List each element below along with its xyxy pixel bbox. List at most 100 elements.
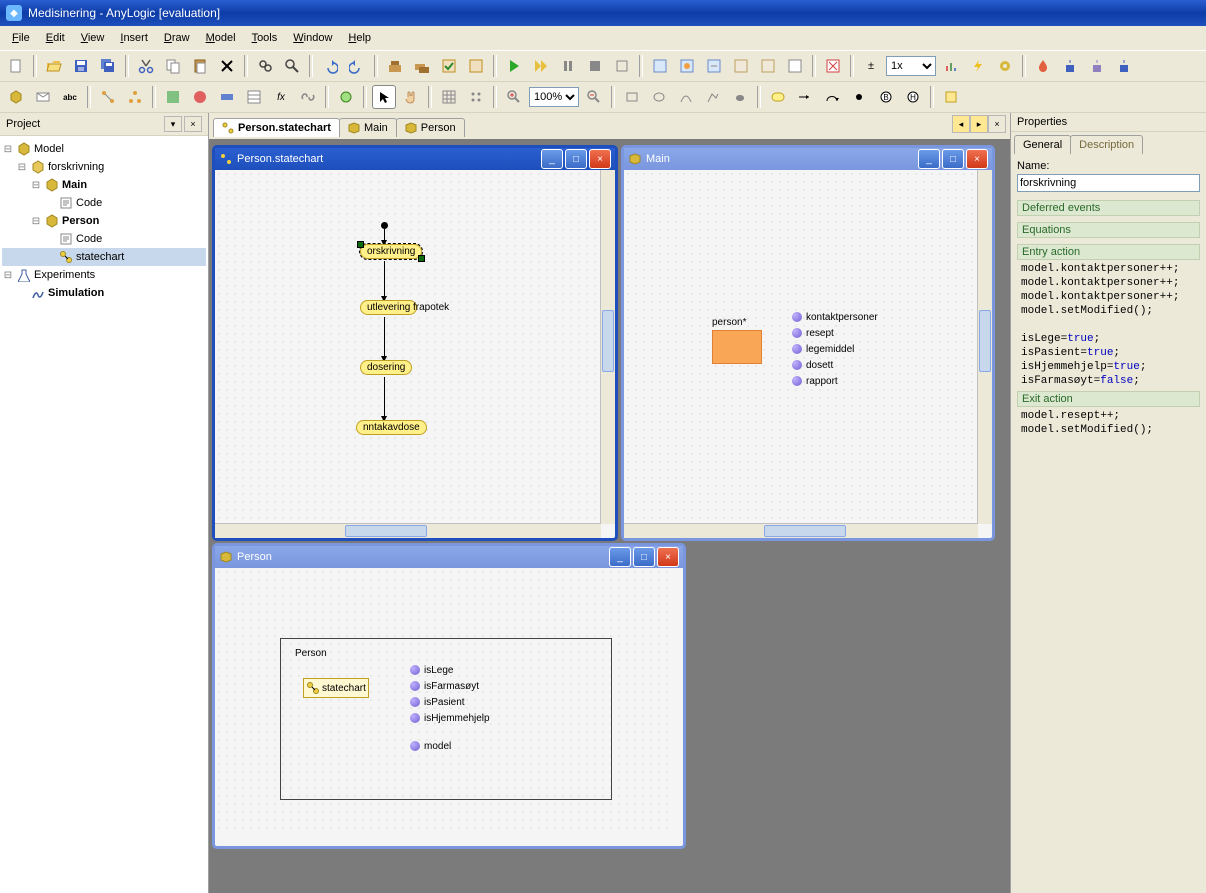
connect-button[interactable] <box>96 85 120 109</box>
close-button[interactable]: × <box>589 149 611 169</box>
prop-name-input[interactable] <box>1017 174 1200 192</box>
person-canvas[interactable]: Person statechart isLege isFarmasøyt isP… <box>215 568 669 832</box>
param-resept[interactable]: resept <box>792 327 834 339</box>
stop-button[interactable] <box>583 54 607 78</box>
run-step-button[interactable] <box>529 54 553 78</box>
window-main-titlebar[interactable]: Main _ □ × <box>624 148 992 170</box>
param-ispasient[interactable]: isPasient <box>410 696 465 708</box>
state-dosering[interactable]: dosering <box>360 360 412 375</box>
hscroll-thumb[interactable] <box>764 525 846 537</box>
window-person[interactable]: Person _ □ × Person statechart isLege <box>212 543 686 849</box>
open-button[interactable] <box>42 54 66 78</box>
menu-tools[interactable]: Tools <box>244 29 286 47</box>
menu-draw[interactable]: Draw <box>156 29 198 47</box>
save-all-button[interactable] <box>96 54 120 78</box>
window-statechart-titlebar[interactable]: Person.statechart _ □ × <box>215 148 615 170</box>
delete-button[interactable] <box>215 54 239 78</box>
transition-2[interactable] <box>384 317 385 361</box>
tree-item-simulation[interactable]: Simulation <box>2 284 206 302</box>
window-3-button[interactable] <box>702 54 726 78</box>
state-forskrivning[interactable]: orskrivning <box>360 244 422 259</box>
exit-action-code[interactable]: model.resept++; model.setModified(); <box>1017 407 1200 439</box>
note-button[interactable] <box>939 85 963 109</box>
menu-edit[interactable]: Edit <box>38 29 73 47</box>
initial-state-dot[interactable] <box>381 222 388 229</box>
network-button[interactable] <box>123 85 147 109</box>
transition-1[interactable] <box>384 261 385 301</box>
transition-init[interactable] <box>384 229 385 245</box>
tree-item-forskrivning[interactable]: ⊟forskrivning <box>2 158 206 176</box>
tab-close-button[interactable]: × <box>988 115 1006 133</box>
sc-trans-button[interactable] <box>793 85 817 109</box>
entry-action-code[interactable]: model.kontaktpersoner++; model.kontaktpe… <box>1017 260 1200 390</box>
grid-button[interactable] <box>437 85 461 109</box>
pointer-button[interactable] <box>372 85 396 109</box>
tree-item-experiments[interactable]: ⊟Experiments <box>2 266 206 284</box>
cube-button[interactable] <box>4 85 28 109</box>
person-statechart-ref[interactable]: statechart <box>303 678 369 698</box>
window-4-button[interactable] <box>729 54 753 78</box>
main-canvas[interactable]: person* kontaktpersoner resept legemidde… <box>624 170 978 524</box>
window-person-titlebar[interactable]: Person _ □ × <box>215 546 683 568</box>
menu-file[interactable]: File <box>4 29 38 47</box>
copy-button[interactable] <box>161 54 185 78</box>
menu-window[interactable]: Window <box>285 29 340 47</box>
param-islege[interactable]: isLege <box>410 664 453 676</box>
hand-button[interactable] <box>399 85 423 109</box>
find-button[interactable] <box>253 54 277 78</box>
save-button[interactable] <box>69 54 93 78</box>
snap-button[interactable] <box>464 85 488 109</box>
tree-item-main[interactable]: ⊟Main <box>2 176 206 194</box>
editor-tab-statechart[interactable]: Person.statechart <box>213 118 340 137</box>
sc-arc-button[interactable] <box>820 85 844 109</box>
shape-oval-button[interactable] <box>647 85 671 109</box>
properties-tab-general[interactable]: General <box>1014 135 1071 154</box>
param-isfarmasoyt[interactable]: isFarmasøyt <box>410 680 479 692</box>
close-button[interactable]: × <box>966 149 988 169</box>
misc-1-button[interactable] <box>821 54 845 78</box>
bp3-button[interactable] <box>1112 54 1136 78</box>
max-button[interactable]: □ <box>565 149 587 169</box>
sc-state-button[interactable] <box>766 85 790 109</box>
shape-line-button[interactable] <box>674 85 698 109</box>
param-kontaktpersoner[interactable]: kontaktpersoner <box>792 311 878 323</box>
t2-button[interactable] <box>188 85 212 109</box>
properties-tab-description[interactable]: Description <box>1070 135 1143 154</box>
menu-help[interactable]: Help <box>340 29 379 47</box>
param-rapport[interactable]: rapport <box>792 375 838 387</box>
embedded-person[interactable] <box>712 330 762 364</box>
vscroll[interactable] <box>977 170 992 524</box>
vscroll-thumb[interactable] <box>979 310 991 372</box>
build-all-button[interactable] <box>410 54 434 78</box>
param-legemiddel[interactable]: legemiddel <box>792 343 854 355</box>
link-button[interactable] <box>296 85 320 109</box>
window-2-button[interactable] <box>675 54 699 78</box>
menu-insert[interactable]: Insert <box>112 29 156 47</box>
close-button[interactable]: × <box>657 547 679 567</box>
window-5-button[interactable] <box>756 54 780 78</box>
tree-item-main-code[interactable]: Code <box>2 194 206 212</box>
run-button[interactable] <box>502 54 526 78</box>
hscroll[interactable] <box>624 523 978 538</box>
shape-blob-button[interactable] <box>728 85 752 109</box>
project-tree[interactable]: ⊟Model ⊟forskrivning ⊟Main Code ⊟Person … <box>0 136 208 893</box>
mail-button[interactable] <box>31 85 55 109</box>
hscroll-thumb[interactable] <box>345 525 427 537</box>
window-statechart[interactable]: Person.statechart _ □ × orskrivning utle… <box>212 145 618 541</box>
hscroll[interactable] <box>215 523 601 538</box>
max-button[interactable]: □ <box>942 149 964 169</box>
t3-button[interactable] <box>215 85 239 109</box>
tab-prev-button[interactable]: ◂ <box>952 115 970 133</box>
sc-history-button[interactable]: H <box>901 85 925 109</box>
build-button[interactable] <box>383 54 407 78</box>
state-utlevering[interactable]: utlevering <box>360 300 417 315</box>
zoom-in-button[interactable] <box>502 85 526 109</box>
editor-tab-main[interactable]: Main <box>339 118 397 137</box>
bp1-button[interactable] <box>1058 54 1082 78</box>
restart-button[interactable] <box>610 54 634 78</box>
undo-button[interactable] <box>318 54 342 78</box>
pause-button[interactable] <box>556 54 580 78</box>
misc-2-button[interactable]: ± <box>859 54 883 78</box>
min-button[interactable]: _ <box>609 547 631 567</box>
editor-tab-person[interactable]: Person <box>396 118 465 137</box>
